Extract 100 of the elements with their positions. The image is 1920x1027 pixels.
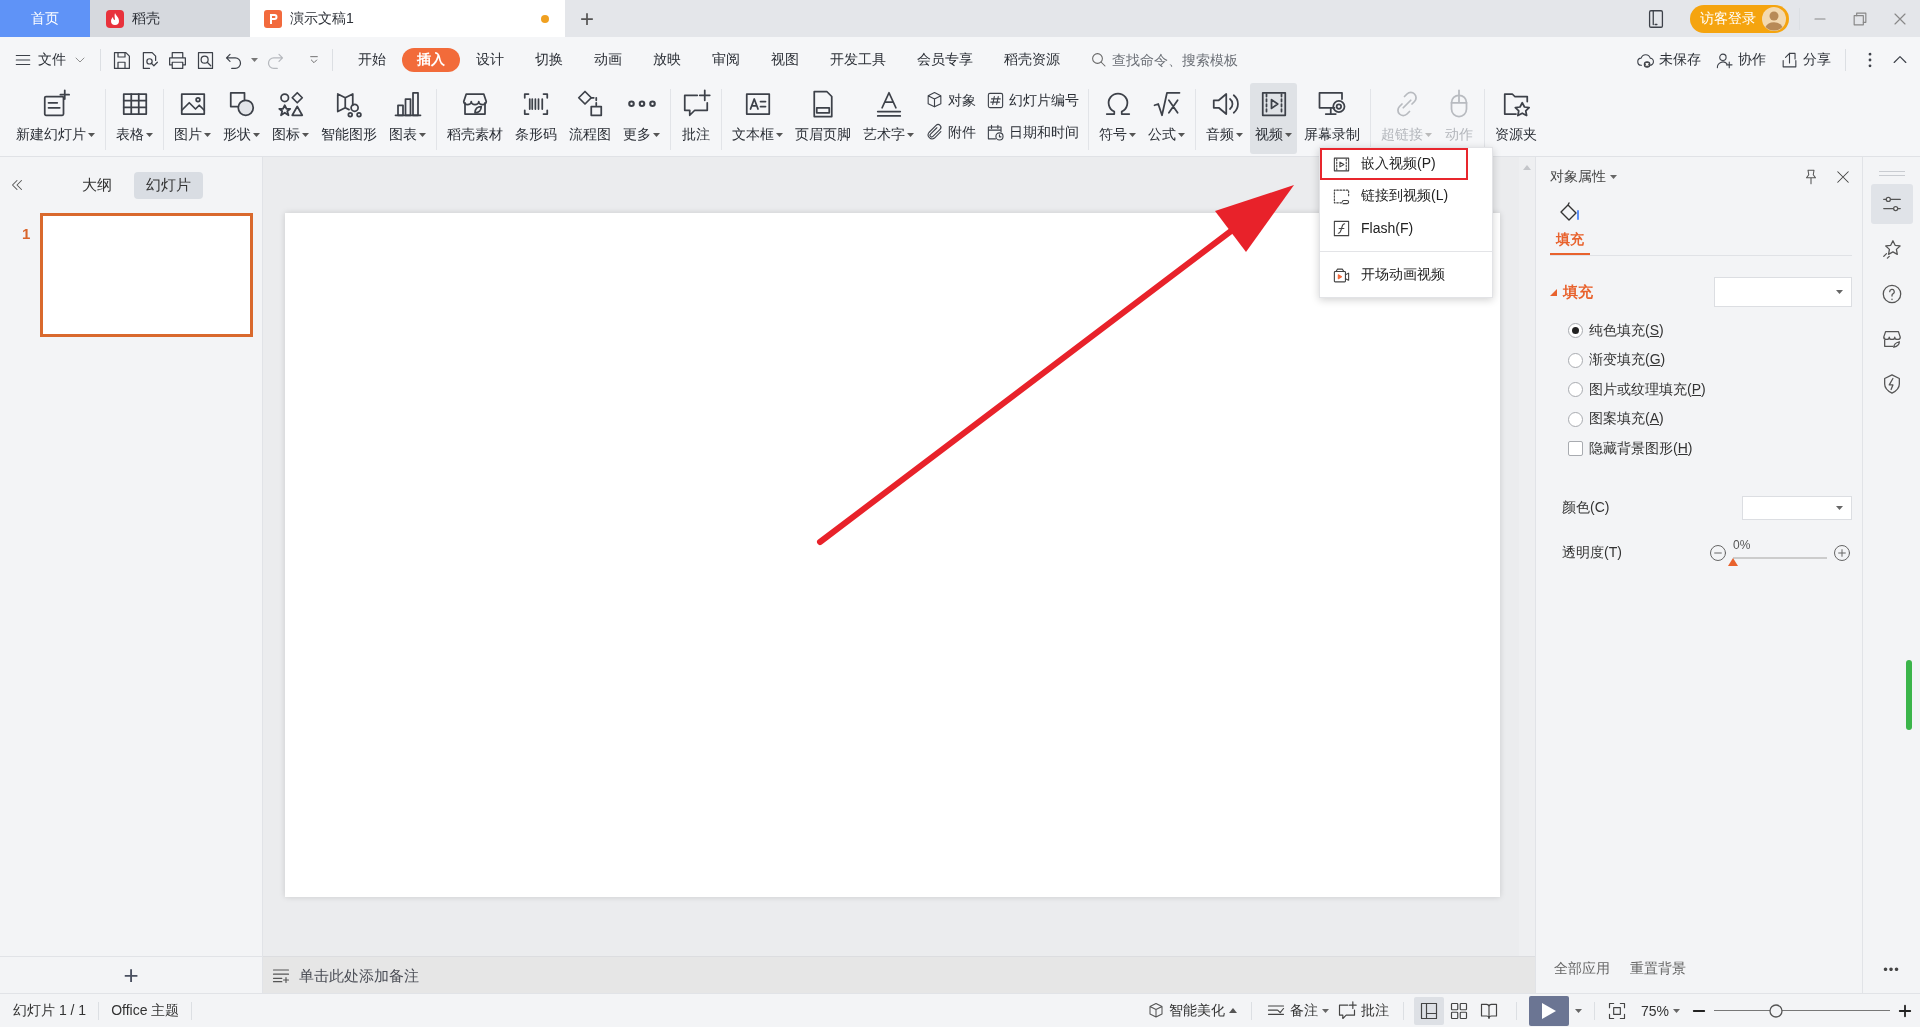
floating-handle[interactable] <box>1906 660 1912 730</box>
caret-icon <box>1129 133 1136 137</box>
ribbon-button[interactable]: 更多 <box>618 83 665 154</box>
toolbar-button[interactable]: 分享 <box>1780 50 1831 70</box>
calendar-clock-icon <box>986 123 1005 142</box>
ribbon-button[interactable]: 图标 <box>267 83 314 154</box>
ribbon-tab[interactable]: 开发工具 <box>815 48 901 72</box>
radio-button[interactable] <box>1568 352 1583 368</box>
fit-screen-icon[interactable] <box>1606 1000 1627 1021</box>
bar-chart-icon <box>392 89 423 119</box>
tab[interactable]: 演示文稿1 <box>250 0 565 37</box>
menu-item[interactable]: 嵌入视频(P) <box>1320 148 1468 180</box>
ribbon-button[interactable]: 新建幻灯片 <box>11 83 100 154</box>
toolbar-button[interactable]: 未保存 <box>1636 50 1701 70</box>
panel-tab[interactable]: 大纲 <box>70 171 124 199</box>
ribbon-tab[interactable]: 视图 <box>756 48 814 72</box>
add-slide-button[interactable]: + <box>123 962 139 988</box>
ribbon-button[interactable]: 文本框 <box>727 83 788 154</box>
print-preview-icon[interactable] <box>195 49 216 71</box>
play-button[interactable] <box>1528 995 1569 1026</box>
ribbon-button[interactable]: 页眉页脚 <box>790 83 856 154</box>
ribbon-button[interactable]: 批注 <box>676 83 716 154</box>
notes-button[interactable]: 备注 <box>1261 997 1333 1024</box>
ribbon-button[interactable]: 资源夹 <box>1490 83 1542 154</box>
side-tab[interactable] <box>1870 184 1913 224</box>
ribbon-button[interactable]: 音频 <box>1201 83 1248 154</box>
zoom-level-button[interactable]: 75% <box>1636 999 1684 1022</box>
share-icon <box>1780 50 1799 70</box>
caret-icon <box>1836 290 1843 294</box>
ribbon-button[interactable]: 表格 <box>111 83 158 154</box>
slider-thumb[interactable] <box>1728 557 1738 566</box>
ribbon-tab[interactable]: 放映 <box>638 48 696 72</box>
slide-thumbnail[interactable] <box>40 213 253 337</box>
ribbon-button[interactable]: 形状 <box>218 83 265 154</box>
radio-option[interactable]: 图片或纹理填充(P) <box>1568 375 1852 405</box>
toolbar-button[interactable]: 协作 <box>1715 50 1766 70</box>
ribbon-button[interactable]: 稻壳素材 <box>442 83 508 154</box>
panel-tab[interactable]: 幻灯片 <box>134 171 203 199</box>
ribbon-button[interactable]: 符号 <box>1094 83 1141 154</box>
panel-button[interactable]: 全部应用 <box>1550 957 1614 981</box>
ribbon-button[interactable]: 艺术字 <box>858 83 919 154</box>
drag-handle-icon[interactable] <box>1878 171 1905 176</box>
minus-circle-icon[interactable] <box>1708 542 1728 563</box>
ribbon-button[interactable]: 流程图 <box>564 83 616 154</box>
zoom-slider[interactable] <box>1714 1002 1890 1019</box>
menu-item[interactable]: 开场动画视频 <box>1320 259 1492 291</box>
panel-button[interactable]: 重置背景 <box>1626 957 1690 981</box>
slider-reading: 0% <box>1733 537 1751 552</box>
caret-icon <box>88 133 95 137</box>
ribbon-button[interactable]: 图表 <box>384 83 431 154</box>
ribbon-tab[interactable]: 设计 <box>461 48 519 72</box>
ribbon-button[interactable]: 对象 <box>925 86 976 115</box>
plus-circle-icon[interactable] <box>1832 542 1852 563</box>
radio-button[interactable] <box>1568 411 1583 427</box>
ribbon-button[interactable]: 图片 <box>169 83 216 154</box>
more-button[interactable]: ••• <box>1883 962 1900 977</box>
beautify-button[interactable]: 智能美化 <box>1142 998 1241 1023</box>
search-field[interactable]: 查找命令、搜索模板 <box>1086 49 1276 71</box>
ribbon-button[interactable]: 视频 <box>1250 83 1297 154</box>
ribbon-button[interactable]: 智能图形 <box>316 83 382 154</box>
radio-button[interactable] <box>1568 382 1583 398</box>
comment-plus-icon <box>1336 1000 1357 1021</box>
menu-item[interactable]: 链接到视频(L) <box>1320 180 1492 212</box>
ribbon-tab[interactable]: 稻壳资源 <box>989 48 1075 72</box>
checkbox[interactable] <box>1568 441 1583 457</box>
ribbon-tab[interactable]: 审阅 <box>697 48 755 72</box>
caret-icon <box>1285 133 1292 137</box>
new-tab-button[interactable]: + <box>565 0 609 37</box>
menu-item[interactable]: Flash(F) <box>1320 212 1492 244</box>
comments-button[interactable]: 批注 <box>1332 997 1393 1024</box>
radio-option[interactable]: 图案填充(A) <box>1568 404 1852 434</box>
ribbon-tab[interactable]: 动画 <box>579 48 637 72</box>
flowchart-icon <box>575 89 605 119</box>
checkbox-option[interactable]: 隐藏背景图形(H) <box>1568 434 1852 464</box>
caret-icon <box>1673 1008 1680 1013</box>
radio-option[interactable]: 纯色填充(S) <box>1568 316 1852 346</box>
ribbon-tab[interactable]: 开始 <box>343 48 401 72</box>
ribbon-button[interactable]: 幻灯片编号 <box>986 86 1079 115</box>
tab[interactable]: 稻壳 <box>90 0 250 37</box>
file-menu-button[interactable]: 文件 <box>14 51 88 69</box>
color-dropdown[interactable] <box>1742 495 1852 520</box>
radio-option[interactable]: 渐变填充(G) <box>1568 345 1852 375</box>
save-icon[interactable] <box>111 49 132 71</box>
ribbon-button[interactable]: 条形码 <box>510 83 562 154</box>
ribbon-button[interactable]: 日期和时间 <box>986 118 1079 147</box>
transparency-slider[interactable]: 0% <box>1728 537 1832 568</box>
slider-thumb[interactable] <box>1768 1003 1783 1018</box>
caret-icon <box>419 133 426 137</box>
ribbon-tab[interactable]: 会员专享 <box>902 48 988 72</box>
store-icon <box>1880 328 1903 350</box>
radio-button[interactable] <box>1568 323 1583 339</box>
notes-field[interactable]: 单击此处添加备注 <box>297 965 597 985</box>
panel-title-button[interactable]: 对象属性 <box>1550 168 1617 186</box>
ribbon-tab[interactable]: 切换 <box>520 48 578 72</box>
ribbon-button[interactable]: 公式 <box>1143 83 1190 154</box>
view-button[interactable] <box>1413 996 1444 1025</box>
ribbon-button[interactable]: 附件 <box>925 118 976 147</box>
grid-view-icon <box>1448 1000 1469 1021</box>
printer-icon[interactable] <box>167 49 188 71</box>
close-icon[interactable] <box>1834 168 1852 186</box>
